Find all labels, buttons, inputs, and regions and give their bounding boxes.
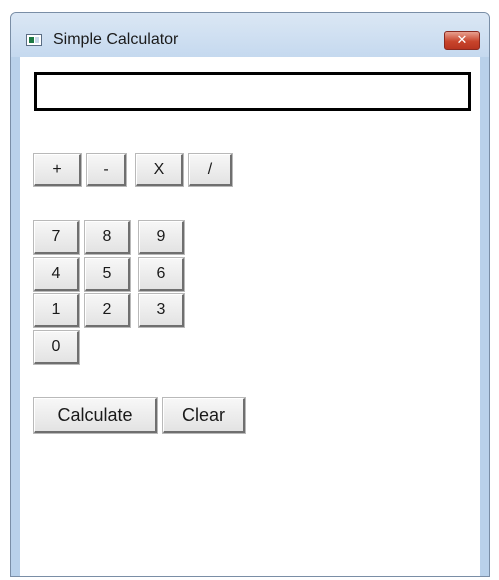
digit-1-button[interactable]: 1 bbox=[33, 293, 80, 328]
digit-6-button[interactable]: 6 bbox=[138, 257, 185, 292]
window-title: Simple Calculator bbox=[53, 31, 179, 48]
calculate-button[interactable]: Calculate bbox=[33, 397, 158, 434]
multiply-button[interactable]: X bbox=[135, 153, 184, 187]
digit-4-button[interactable]: 4 bbox=[33, 257, 80, 292]
digit-5-button[interactable]: 5 bbox=[84, 257, 131, 292]
divide-button[interactable]: / bbox=[188, 153, 233, 187]
digit-0-button[interactable]: 0 bbox=[33, 330, 80, 365]
digit-3-button[interactable]: 3 bbox=[138, 293, 185, 328]
digit-8-button[interactable]: 8 bbox=[84, 220, 131, 255]
app-window-icon bbox=[26, 34, 42, 46]
close-button[interactable]: ✕ bbox=[444, 31, 480, 50]
plus-button[interactable]: + bbox=[33, 153, 82, 187]
clear-button[interactable]: Clear bbox=[162, 397, 246, 434]
digit-9-button[interactable]: 9 bbox=[138, 220, 185, 255]
digit-7-button[interactable]: 7 bbox=[33, 220, 80, 255]
calculator-window: Simple Calculator ✕ + - X / 7 8 9 4 5 6 … bbox=[10, 12, 490, 577]
display-field[interactable] bbox=[34, 72, 471, 111]
digit-2-button[interactable]: 2 bbox=[84, 293, 131, 328]
minus-button[interactable]: - bbox=[86, 153, 127, 187]
calculator-body: + - X / 7 8 9 4 5 6 1 2 3 0 Calculate Cl… bbox=[20, 57, 480, 576]
title-bar[interactable]: Simple Calculator ✕ bbox=[11, 13, 489, 57]
